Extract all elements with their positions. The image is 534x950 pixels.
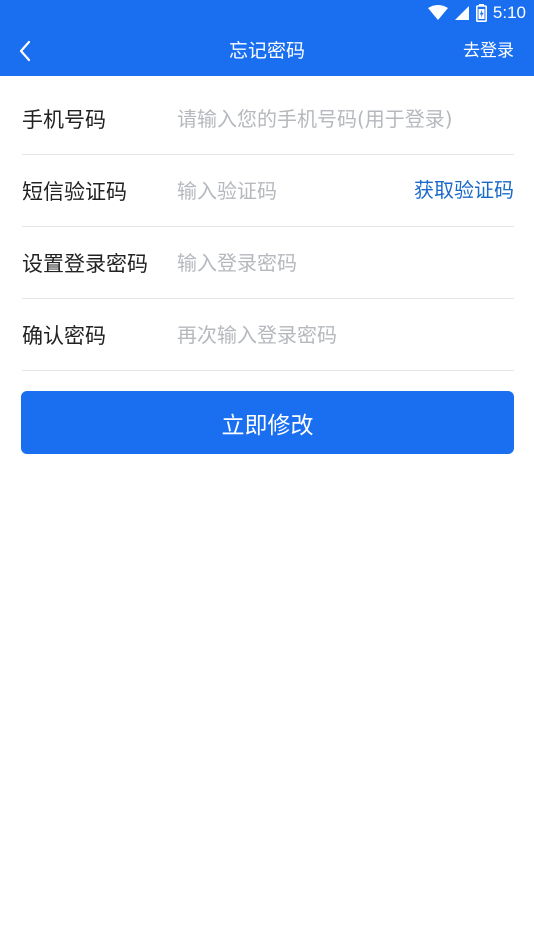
chevron-left-icon bbox=[19, 40, 31, 62]
password-label: 设置登录密码 bbox=[22, 251, 148, 276]
sms-code-row: 短信验证码 获取验证码 bbox=[22, 155, 514, 227]
status-time: 5:10 bbox=[492, 3, 526, 22]
cell-signal-icon bbox=[454, 6, 469, 20]
reset-password-form: 手机号码 短信验证码 获取验证码 设置登录密码 确认密码 bbox=[22, 84, 514, 371]
phone-label: 手机号码 bbox=[22, 108, 106, 132]
password-row: 设置登录密码 bbox=[22, 227, 514, 299]
wifi-icon bbox=[427, 5, 448, 20]
password-input[interactable] bbox=[177, 242, 514, 283]
page-title: 忘记密码 bbox=[228, 40, 305, 62]
confirm-password-row: 确认密码 bbox=[22, 299, 514, 371]
back-button[interactable] bbox=[10, 36, 40, 66]
sms-code-label: 短信验证码 bbox=[22, 179, 127, 204]
go-login-link[interactable]: 去登录 bbox=[463, 26, 514, 76]
submit-button[interactable]: 立即修改 bbox=[21, 391, 514, 454]
status-icons: 5:10 bbox=[427, 2, 526, 24]
status-bar: 5:10 bbox=[0, 0, 534, 26]
battery-icon bbox=[475, 4, 487, 22]
confirm-password-input[interactable] bbox=[177, 314, 514, 355]
sms-code-input[interactable] bbox=[177, 170, 397, 211]
confirm-password-label: 确认密码 bbox=[22, 323, 106, 348]
phone-input[interactable] bbox=[177, 99, 514, 139]
app-bar: 忘记密码 去登录 bbox=[0, 26, 534, 76]
phone-row: 手机号码 bbox=[22, 84, 514, 155]
get-code-button[interactable]: 获取验证码 bbox=[414, 155, 514, 225]
